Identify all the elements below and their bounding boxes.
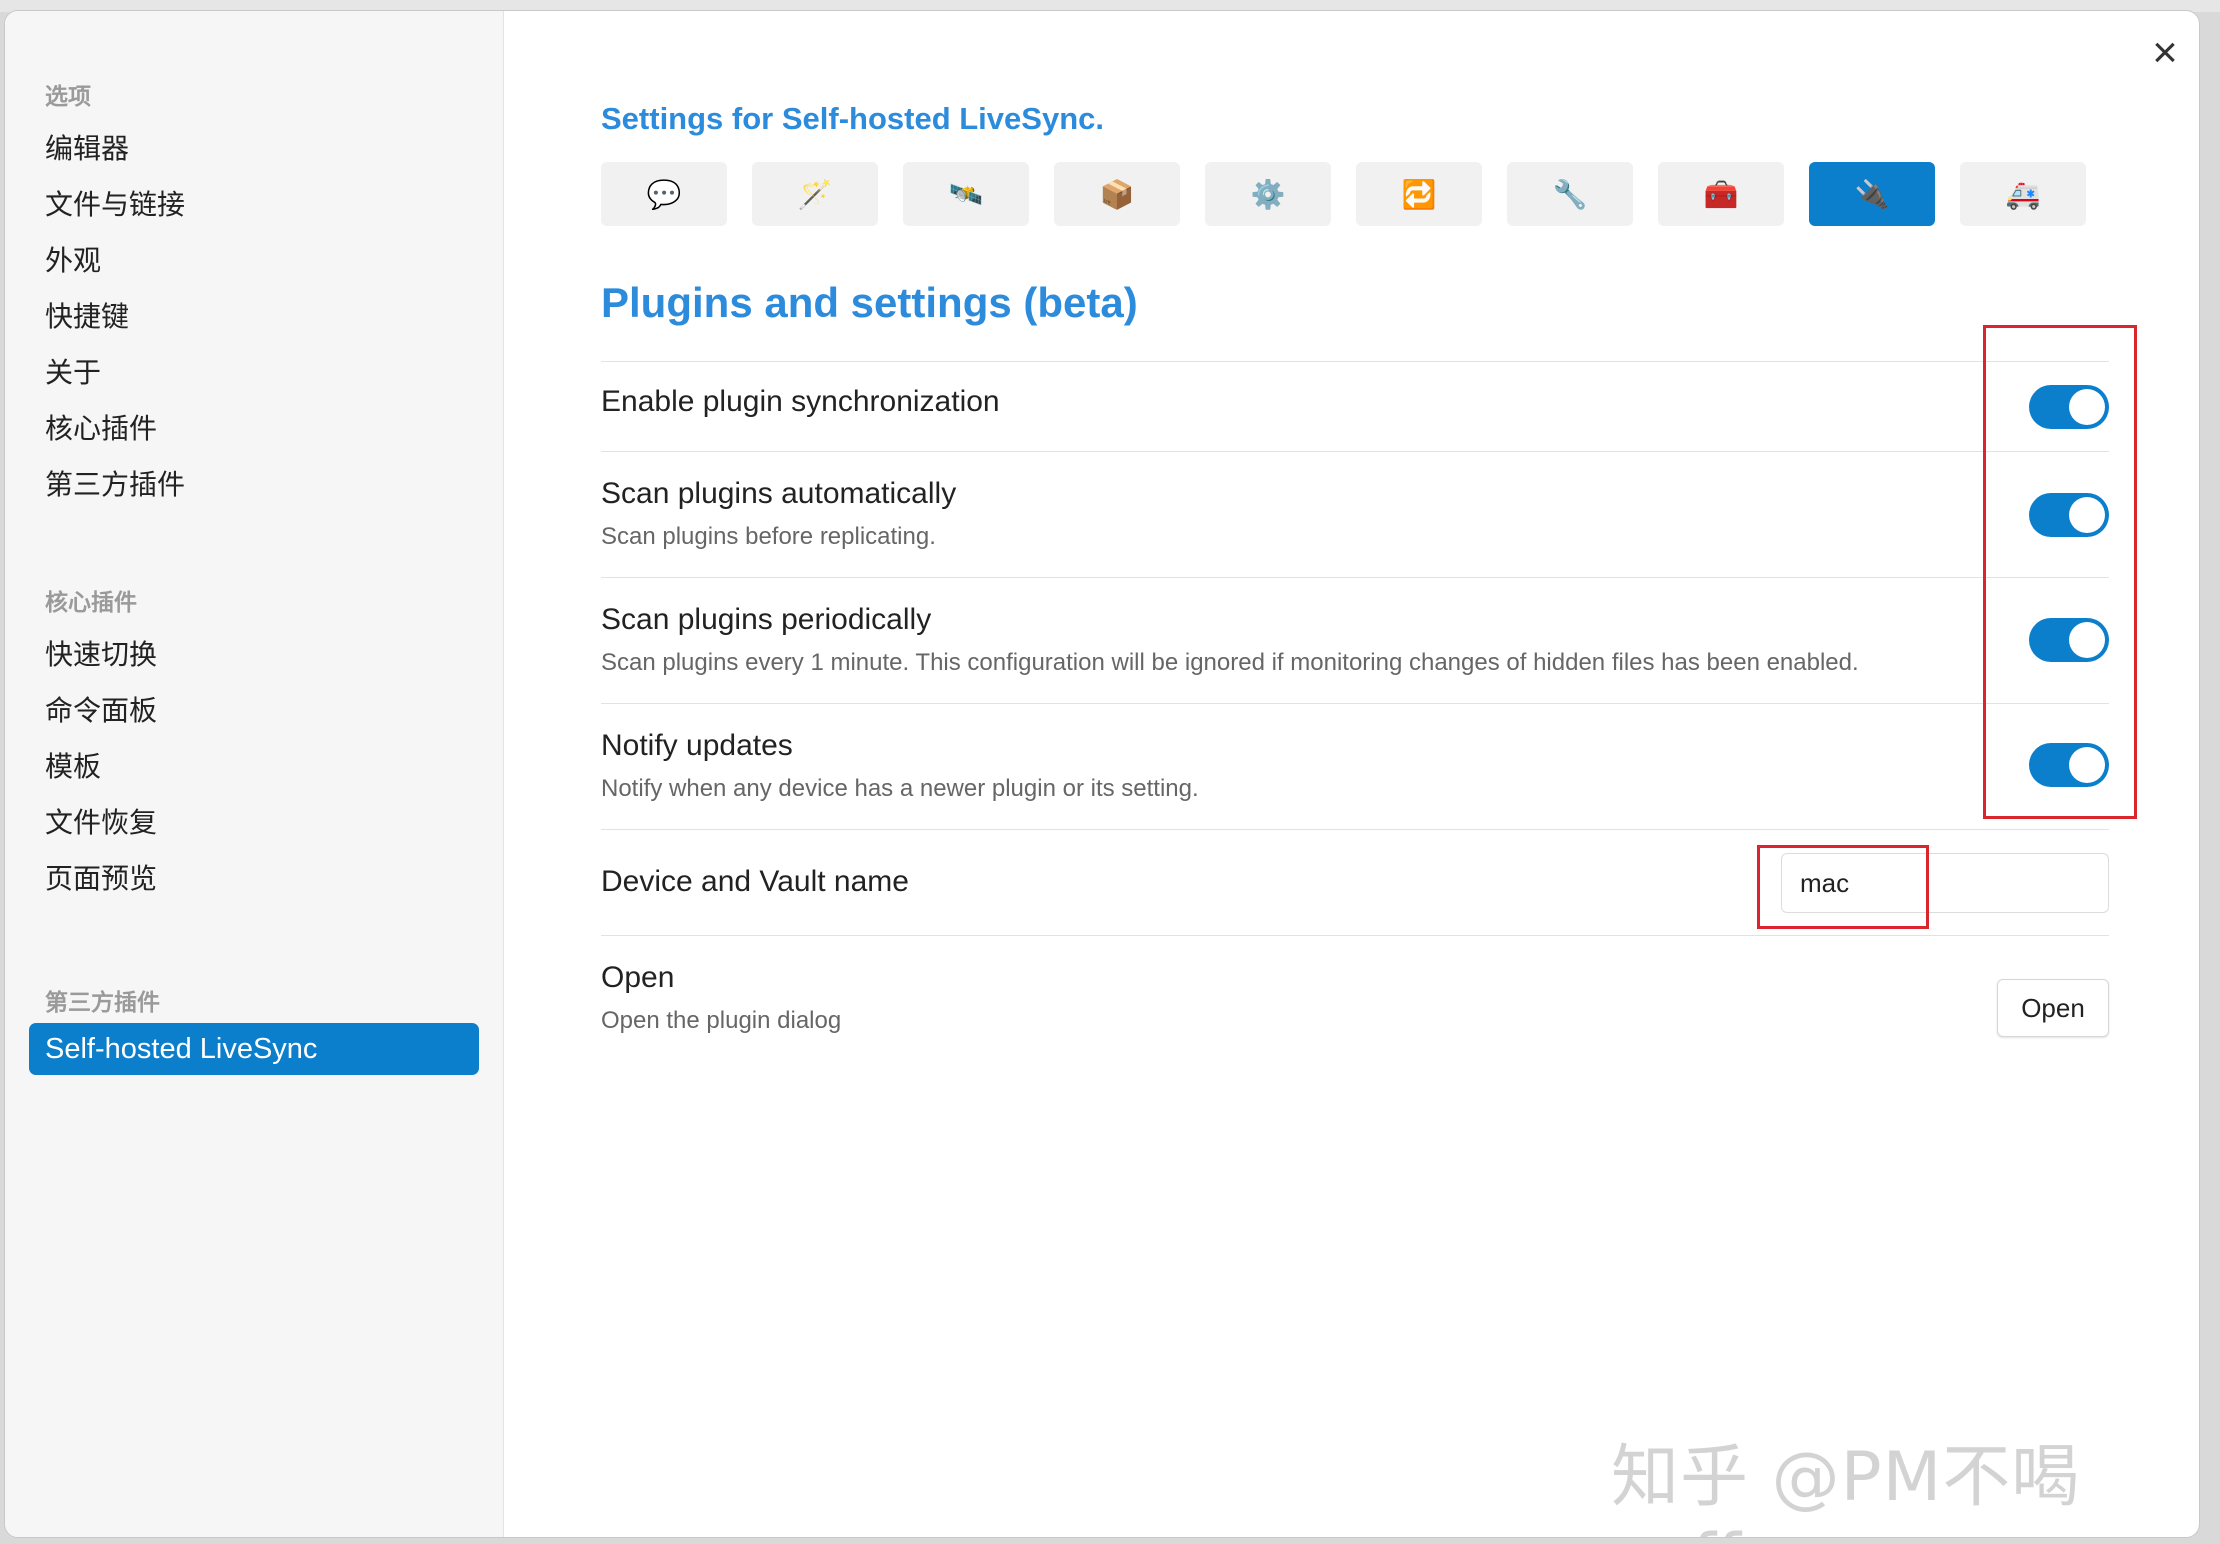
sync-icon[interactable]: 🔁 bbox=[1356, 162, 1482, 226]
gear-icon[interactable]: ⚙️ bbox=[1205, 162, 1331, 226]
sidebar-item-self-hosted-livesync[interactable]: Self-hosted LiveSync bbox=[29, 1023, 479, 1075]
close-icon[interactable]: × bbox=[2143, 31, 2187, 75]
settings-modal: 选项 编辑器 文件与链接 外观 快捷键 关于 核心插件 第三方插件 核心插件 快… bbox=[4, 10, 2200, 1538]
settings-sidebar: 选项 编辑器 文件与链接 外观 快捷键 关于 核心插件 第三方插件 核心插件 快… bbox=[5, 11, 504, 1537]
section-title: Plugins and settings (beta) bbox=[601, 279, 1138, 326]
setting-name-scan-automatically: Scan plugins automatically bbox=[601, 477, 957, 510]
ambulance-icon[interactable]: 🚑 bbox=[1960, 162, 2086, 226]
sidebar-item-core-plugins[interactable]: 核心插件 bbox=[45, 409, 157, 449]
sidebar-heading-community-plugins: 第三方插件 bbox=[45, 990, 160, 1016]
package-icon[interactable]: 📦 bbox=[1054, 162, 1180, 226]
satellite-icon[interactable]: 🛰️ bbox=[903, 162, 1029, 226]
sidebar-item-hotkeys[interactable]: 快捷键 bbox=[45, 297, 129, 337]
setting-name-enable-plugin-sync: Enable plugin synchronization bbox=[601, 385, 1000, 418]
setting-name-open: Open bbox=[601, 961, 675, 994]
row-divider bbox=[601, 829, 2109, 830]
sidebar-item-command-palette[interactable]: 命令面板 bbox=[45, 691, 157, 731]
sidebar-item-templates[interactable]: 模板 bbox=[45, 747, 101, 787]
sidebar-heading-options: 选项 bbox=[45, 84, 91, 110]
sidebar-item-page-preview[interactable]: 页面预览 bbox=[45, 859, 157, 899]
sidebar-item-appearance[interactable]: 外观 bbox=[45, 241, 101, 281]
sidebar-item-editor[interactable]: 编辑器 bbox=[45, 129, 129, 169]
sidebar-item-community-plugins[interactable]: 第三方插件 bbox=[45, 465, 185, 505]
magic-wand-icon[interactable]: 🪄 bbox=[752, 162, 878, 226]
wrench-icon[interactable]: 🔧 bbox=[1507, 162, 1633, 226]
plugin-settings-title: Settings for Self-hosted LiveSync. bbox=[601, 101, 1104, 136]
setting-name-notify-updates: Notify updates bbox=[601, 729, 793, 762]
setting-name-scan-periodically: Scan plugins periodically bbox=[601, 603, 932, 636]
setting-desc-scan-periodically: Scan plugins every 1 minute. This config… bbox=[601, 649, 1859, 676]
sidebar-item-about[interactable]: 关于 bbox=[45, 353, 101, 393]
setting-desc-notify-updates: Notify when any device has a newer plugi… bbox=[601, 775, 1199, 802]
sidebar-item-file-recovery[interactable]: 文件恢复 bbox=[45, 803, 157, 843]
sidebar-heading-core-plugins: 核心插件 bbox=[45, 590, 137, 616]
row-divider bbox=[601, 361, 2109, 362]
row-divider bbox=[601, 935, 2109, 936]
settings-tab-bar: 💬 🪄 🛰️ 📦 ⚙️ 🔁 🔧 🧰 🔌 🚑 bbox=[601, 162, 2103, 226]
speech-balloon-icon[interactable]: 💬 bbox=[601, 162, 727, 226]
row-divider bbox=[601, 577, 2109, 578]
highlight-box-toggles bbox=[1983, 325, 2137, 819]
toolbox-icon[interactable]: 🧰 bbox=[1658, 162, 1784, 226]
plug-icon[interactable]: 🔌 bbox=[1809, 162, 1935, 226]
watermark: 知乎 @PM不喝caff bbox=[1611, 1438, 2081, 1537]
open-plugin-dialog-button[interactable]: Open bbox=[1997, 979, 2109, 1037]
sidebar-item-quick-switcher[interactable]: 快速切换 bbox=[45, 635, 157, 675]
row-divider bbox=[601, 451, 2109, 452]
setting-desc-open: Open the plugin dialog bbox=[601, 1007, 842, 1034]
setting-desc-scan-automatically: Scan plugins before replicating. bbox=[601, 523, 936, 550]
row-divider bbox=[601, 703, 2109, 704]
highlight-box-device-name bbox=[1757, 845, 1929, 929]
sidebar-item-files-links[interactable]: 文件与链接 bbox=[45, 185, 185, 225]
setting-name-device-vault: Device and Vault name bbox=[601, 865, 909, 898]
